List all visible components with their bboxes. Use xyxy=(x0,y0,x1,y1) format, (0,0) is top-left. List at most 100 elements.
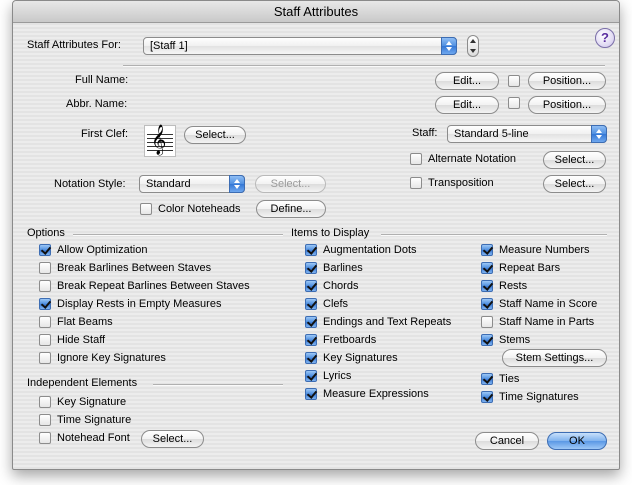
notation-style-popup[interactable]: Standard xyxy=(139,175,245,193)
staff-attributes-for-label: Staff Attributes For: xyxy=(27,39,121,51)
hide-staff-label: Hide Staff xyxy=(57,334,106,346)
break-barlines-between-staves-checkbox[interactable] xyxy=(39,262,51,274)
break-repeat-barlines-between-staves-label: Break Repeat Barlines Between Staves xyxy=(57,280,250,292)
items-to-display-divider xyxy=(381,234,607,236)
clef-preview[interactable]: 𝄞 xyxy=(144,125,176,157)
flat-beams-checkbox[interactable] xyxy=(39,316,51,328)
notehead-font-select-button[interactable]: Select... xyxy=(141,430,204,448)
full-name-label: Full Name: xyxy=(75,74,129,86)
measure-expressions-checkbox[interactable] xyxy=(305,388,317,400)
ignore-key-signatures-label: Ignore Key Signatures xyxy=(57,352,166,364)
repeat-bars-checkbox[interactable] xyxy=(481,262,493,274)
allow-optimization-checkbox[interactable] xyxy=(39,244,51,256)
display-rests-in-empty-measures-label: Display Rests in Empty Measures xyxy=(57,298,222,310)
first-clef-select-button[interactable]: Select... xyxy=(184,126,246,144)
popup-arrows-icon xyxy=(441,37,457,55)
augmentation-dots-label: Augmentation Dots xyxy=(323,244,417,256)
popup-arrows-icon xyxy=(591,125,607,143)
chords-label: Chords xyxy=(323,280,359,292)
measure-expressions-label: Measure Expressions xyxy=(323,388,429,400)
notehead-font-checkbox[interactable] xyxy=(39,432,51,444)
endings-and-text-repeats-checkbox[interactable] xyxy=(305,316,317,328)
stem-settings-button[interactable]: Stem Settings... xyxy=(502,349,607,367)
alternate-notation-checkbox[interactable] xyxy=(410,153,422,165)
flat-beams-label: Flat Beams xyxy=(57,316,113,328)
staff-name-in-score-checkbox[interactable] xyxy=(481,298,493,310)
time-signatures-checkbox[interactable] xyxy=(481,391,493,403)
rests-label: Rests xyxy=(499,280,528,292)
ignore-key-signatures-checkbox[interactable] xyxy=(39,352,51,364)
color-noteheads-define-button[interactable]: Define... xyxy=(256,200,326,218)
time-signature-checkbox[interactable] xyxy=(39,414,51,426)
items-to-display-header: Items to Display xyxy=(291,227,370,239)
popup-arrows-icon xyxy=(229,175,245,193)
key-signature-label: Key Signature xyxy=(57,396,127,408)
full-name-edit-button[interactable]: Edit... xyxy=(435,72,499,90)
measure-numbers-checkbox[interactable] xyxy=(481,244,493,256)
abbr-name-label: Abbr. Name: xyxy=(66,98,128,110)
top-divider xyxy=(123,65,605,67)
stems-label: Stems xyxy=(499,334,531,346)
staff-name-in-score-label: Staff Name in Score xyxy=(499,298,598,310)
help-icon[interactable]: ? xyxy=(595,28,615,48)
cancel-button[interactable]: Cancel xyxy=(475,432,539,450)
break-barlines-between-staves-label: Break Barlines Between Staves xyxy=(57,262,212,274)
fretboards-label: Fretboards xyxy=(323,334,377,346)
notation-style-value: Standard xyxy=(146,178,191,190)
abbr-name-position-button[interactable]: Position... xyxy=(528,96,606,114)
lyrics-label: Lyrics xyxy=(323,370,352,382)
full-name-position-button[interactable]: Position... xyxy=(528,72,606,90)
allow-optimization-label: Allow Optimization xyxy=(57,244,148,256)
staff-stepper[interactable] xyxy=(467,35,479,57)
window-title: Staff Attributes xyxy=(13,1,619,23)
independent-elements-header: Independent Elements xyxy=(27,377,138,389)
fretboards-checkbox[interactable] xyxy=(305,334,317,346)
chords-checkbox[interactable] xyxy=(305,280,317,292)
staff-type-popup[interactable]: Standard 5-line xyxy=(447,125,607,143)
independent-divider xyxy=(153,384,283,386)
measure-numbers-label: Measure Numbers xyxy=(499,244,590,256)
transposition-label: Transposition xyxy=(428,177,494,189)
time-signatures-label: Time Signatures xyxy=(499,391,579,403)
ties-checkbox[interactable] xyxy=(481,373,493,385)
key-signatures-checkbox[interactable] xyxy=(305,352,317,364)
stems-checkbox[interactable] xyxy=(481,334,493,346)
staff-attributes-dialog: Staff Attributes Staff Attributes For: [… xyxy=(12,0,620,470)
staff-name-in-parts-label: Staff Name in Parts xyxy=(499,316,595,328)
abbr-name-position-checkbox[interactable] xyxy=(508,97,520,109)
barlines-label: Barlines xyxy=(323,262,363,274)
staff-label: Staff: xyxy=(412,127,438,139)
staff-select-popup[interactable]: [Staff 1] xyxy=(143,37,457,55)
notation-style-select-button[interactable]: Select... xyxy=(255,175,326,193)
notehead-font-label: Notehead Font xyxy=(57,432,130,444)
staff-type-value: Standard 5-line xyxy=(454,128,529,140)
transposition-select-button[interactable]: Select... xyxy=(543,175,606,193)
barlines-checkbox[interactable] xyxy=(305,262,317,274)
notation-style-label: Notation Style: xyxy=(54,178,126,190)
options-header: Options xyxy=(27,227,65,239)
full-name-position-checkbox[interactable] xyxy=(508,75,520,87)
lyrics-checkbox[interactable] xyxy=(305,370,317,382)
key-signatures-label: Key Signatures xyxy=(323,352,398,364)
abbr-name-edit-button[interactable]: Edit... xyxy=(435,96,499,114)
rests-checkbox[interactable] xyxy=(481,280,493,292)
break-repeat-barlines-between-staves-checkbox[interactable] xyxy=(39,280,51,292)
color-noteheads-checkbox[interactable] xyxy=(140,203,152,215)
display-rests-in-empty-measures-checkbox[interactable] xyxy=(39,298,51,310)
first-clef-label: First Clef: xyxy=(81,128,129,140)
transposition-checkbox[interactable] xyxy=(410,177,422,189)
time-signature-label: Time Signature xyxy=(57,414,132,426)
clefs-checkbox[interactable] xyxy=(305,298,317,310)
endings-and-text-repeats-label: Endings and Text Repeats xyxy=(323,316,452,328)
ties-label: Ties xyxy=(499,373,520,385)
staff-select-value: [Staff 1] xyxy=(150,40,188,52)
repeat-bars-label: Repeat Bars xyxy=(499,262,561,274)
alternate-notation-select-button[interactable]: Select... xyxy=(543,151,606,169)
key-signature-checkbox[interactable] xyxy=(39,396,51,408)
ok-button[interactable]: OK xyxy=(547,432,607,450)
staff-name-in-parts-checkbox[interactable] xyxy=(481,316,493,328)
options-divider xyxy=(73,234,283,236)
augmentation-dots-checkbox[interactable] xyxy=(305,244,317,256)
hide-staff-checkbox[interactable] xyxy=(39,334,51,346)
alternate-notation-label: Alternate Notation xyxy=(428,153,517,165)
